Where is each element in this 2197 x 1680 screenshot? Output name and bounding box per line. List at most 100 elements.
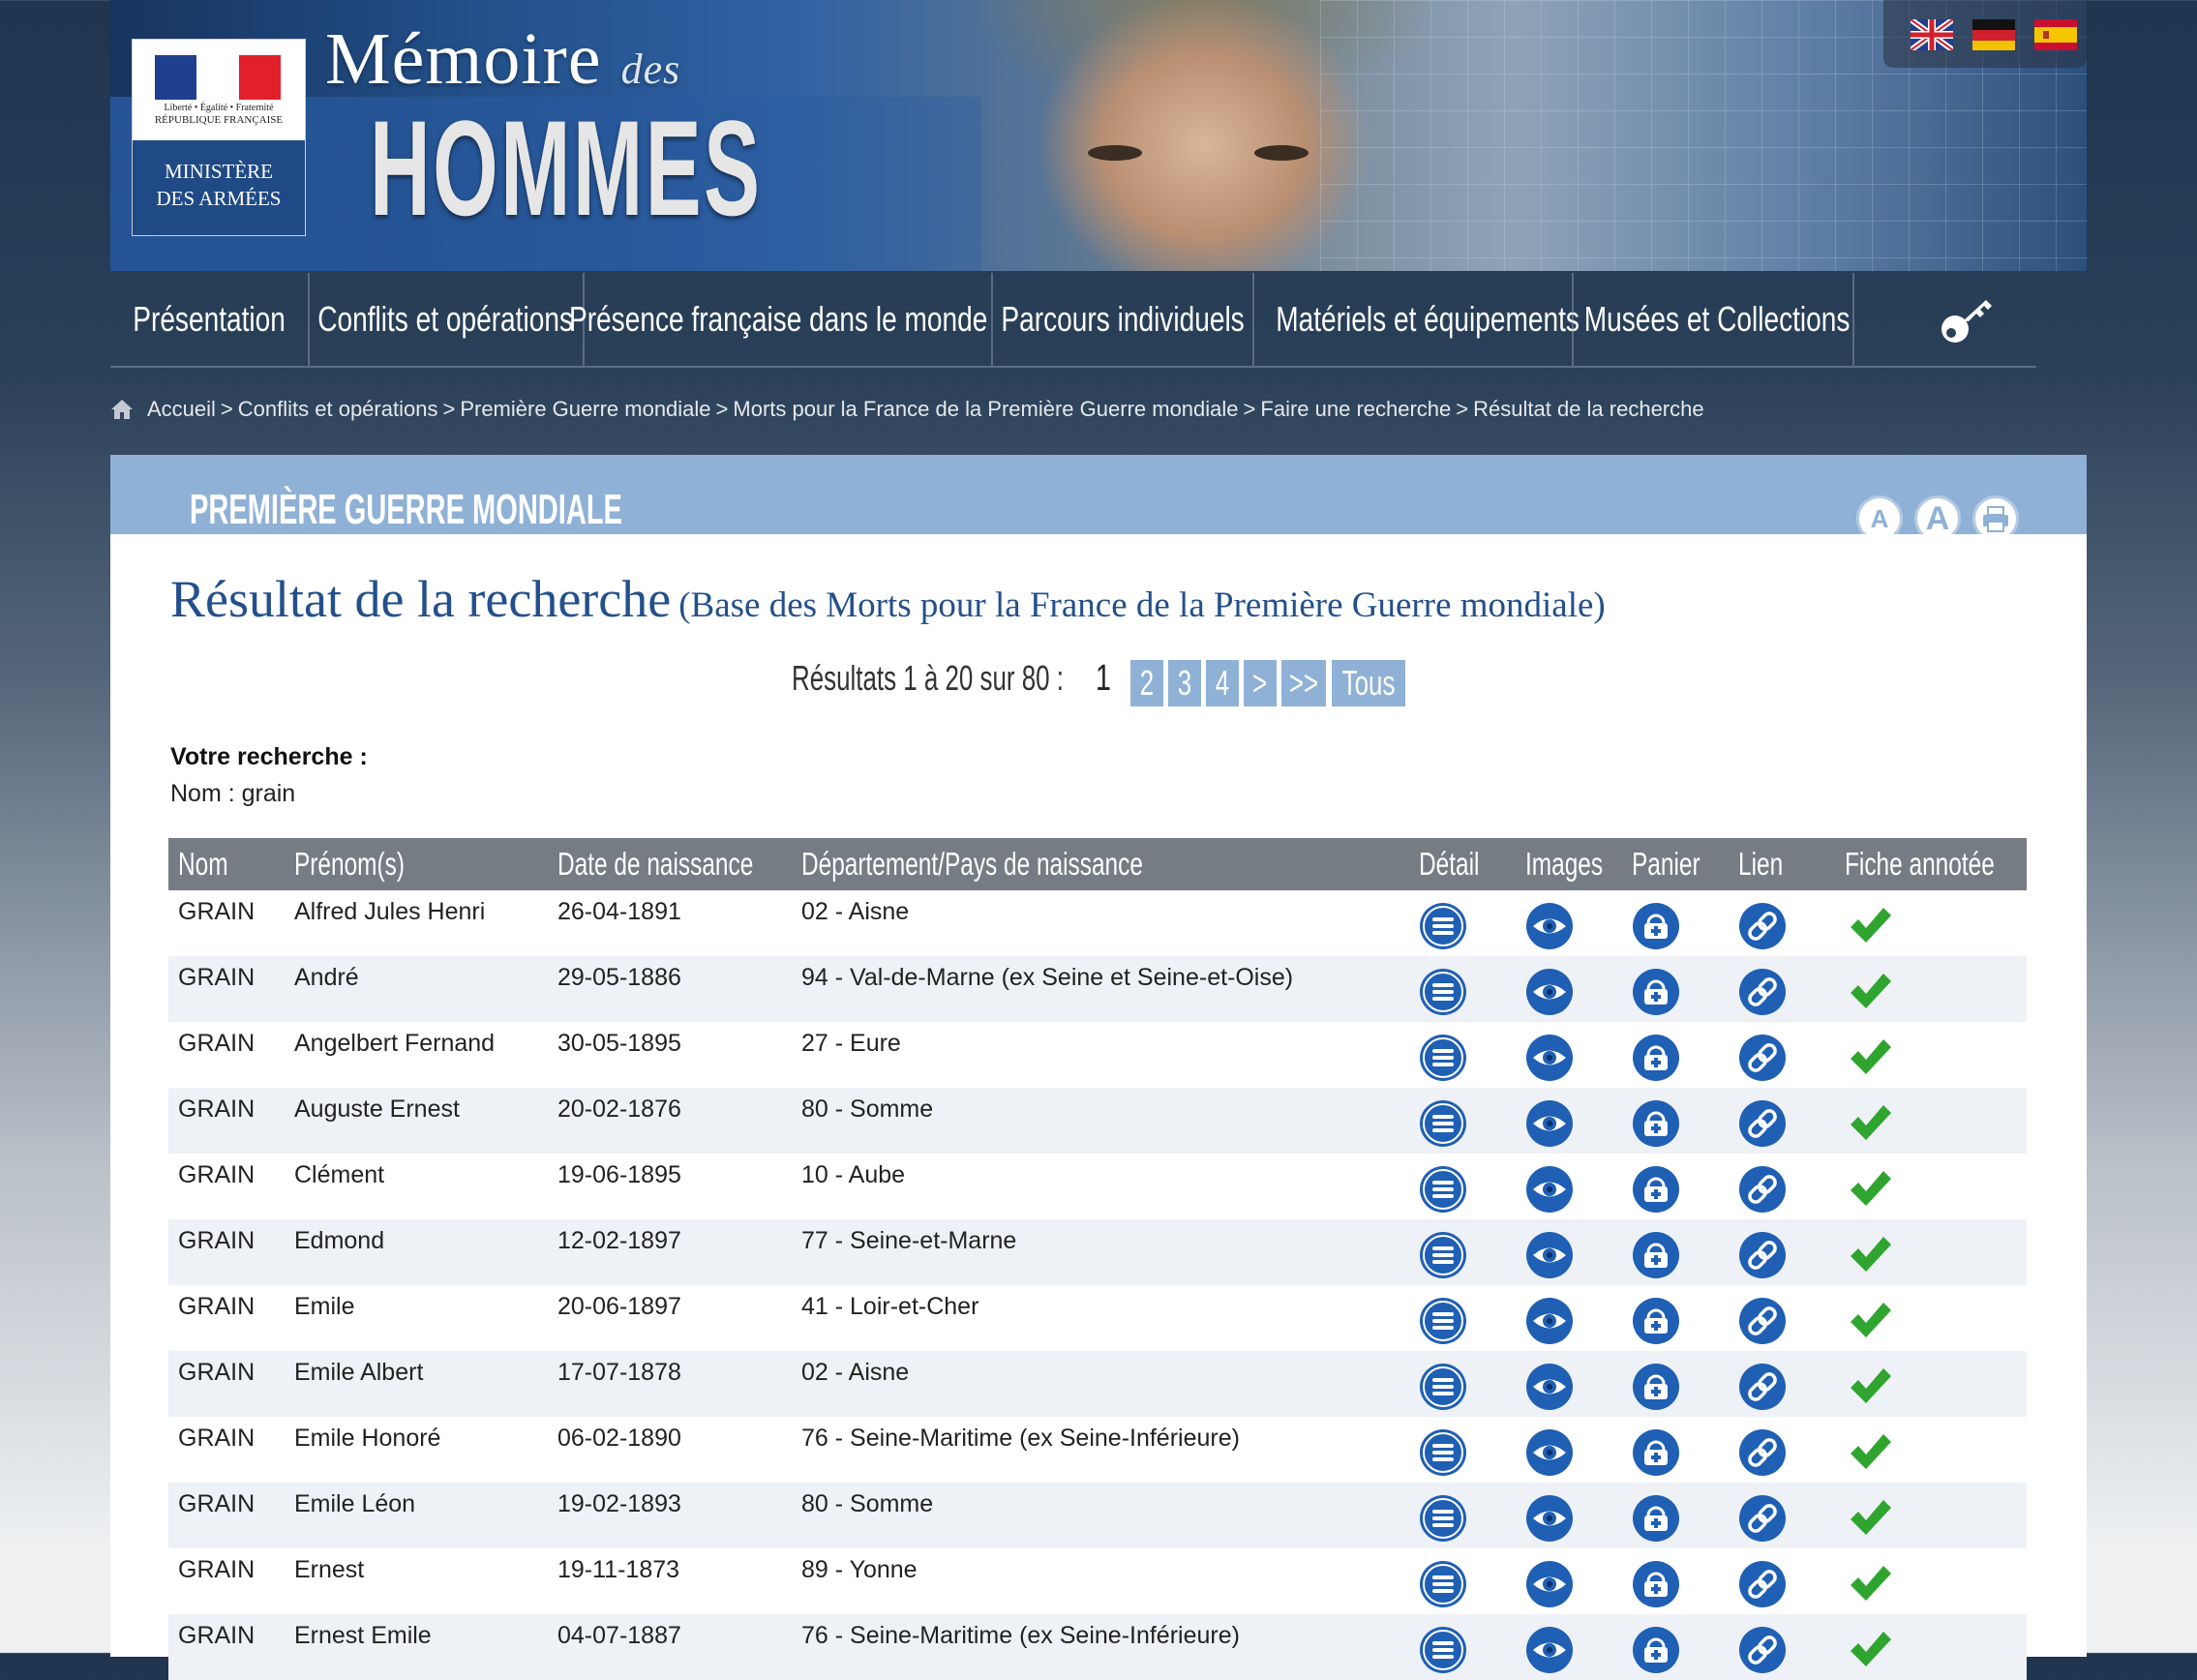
ministry-logo[interactable]: Liberté • Égalité • Fraternité RÉPUBLIQU… bbox=[132, 39, 306, 236]
home-icon[interactable] bbox=[110, 399, 134, 420]
site-title[interactable]: Mémoire des bbox=[325, 17, 680, 102]
basket-add-icon[interactable] bbox=[1632, 1560, 1680, 1608]
cell-prenoms: Emile Honoré bbox=[294, 1425, 441, 1452]
language-selector bbox=[1883, 0, 2087, 68]
es-flag-icon[interactable] bbox=[2034, 19, 2077, 50]
next-page-button[interactable]: > bbox=[1244, 660, 1277, 706]
col-nom[interactable]: Nom bbox=[178, 838, 228, 890]
basket-add-icon[interactable] bbox=[1632, 1034, 1680, 1082]
link-icon[interactable] bbox=[1738, 1428, 1787, 1477]
cell-prenoms: Clément bbox=[294, 1161, 385, 1188]
col-date-naissance[interactable]: Date de naissance bbox=[557, 838, 753, 890]
nav-item-musees[interactable]: Musées et Collections bbox=[1574, 271, 1860, 368]
nav-item-materiels[interactable]: Matériels et équipements bbox=[1254, 271, 1601, 368]
main-content: Résultat de la recherche (Base des Morts … bbox=[110, 534, 2087, 1680]
detail-icon[interactable] bbox=[1419, 1560, 1467, 1608]
table-row: GRAIN Ernest Emile 04-07-1887 76 - Seine-Ma… bbox=[168, 1614, 2027, 1680]
images-eye-icon[interactable] bbox=[1525, 968, 1574, 1016]
table-row: GRAIN Alfred Jules Henri 26-04-1891 02 - Ai… bbox=[168, 890, 2027, 956]
images-eye-icon[interactable] bbox=[1525, 1165, 1574, 1214]
nav-item-presence[interactable]: Présence française dans le monde bbox=[569, 271, 987, 368]
detail-icon[interactable] bbox=[1419, 902, 1467, 950]
basket-add-icon[interactable] bbox=[1632, 902, 1680, 950]
breadcrumb-item[interactable]: Morts pour la France de la Première Guer… bbox=[733, 397, 1238, 422]
link-icon[interactable] bbox=[1738, 902, 1787, 950]
de-flag-icon[interactable] bbox=[1972, 19, 2015, 50]
nav-item-presentation[interactable]: Présentation bbox=[110, 271, 308, 368]
cell-departement: 27 - Eure bbox=[801, 1030, 901, 1057]
images-eye-icon[interactable] bbox=[1525, 1099, 1574, 1148]
link-icon[interactable] bbox=[1738, 1560, 1787, 1608]
page-2-button[interactable]: 2 bbox=[1130, 660, 1163, 706]
link-icon[interactable] bbox=[1738, 1034, 1787, 1082]
basket-add-icon[interactable] bbox=[1632, 1626, 1680, 1674]
all-results-button[interactable]: Tous bbox=[1332, 660, 1405, 706]
basket-add-icon[interactable] bbox=[1632, 1428, 1680, 1477]
images-eye-icon[interactable] bbox=[1525, 1428, 1574, 1477]
images-eye-icon[interactable] bbox=[1525, 902, 1574, 950]
images-eye-icon[interactable] bbox=[1525, 1560, 1574, 1608]
images-eye-icon[interactable] bbox=[1525, 1231, 1574, 1279]
nav-item-conflits[interactable]: Conflits et opérations bbox=[310, 271, 581, 368]
basket-add-icon[interactable] bbox=[1632, 968, 1680, 1016]
detail-icon[interactable] bbox=[1419, 1231, 1467, 1279]
cell-date-naissance: 26-04-1891 bbox=[557, 898, 681, 925]
link-icon[interactable] bbox=[1738, 1494, 1787, 1543]
breadcrumb-item[interactable]: Conflits et opérations bbox=[238, 397, 438, 422]
basket-add-icon[interactable] bbox=[1632, 1363, 1680, 1411]
breadcrumb-item[interactable]: Faire une recherche bbox=[1260, 397, 1451, 422]
detail-icon[interactable] bbox=[1419, 1494, 1467, 1543]
uk-flag-icon[interactable] bbox=[1911, 19, 1953, 50]
results-count: Résultats 1 à 20 sur 80 : bbox=[792, 658, 1064, 698]
link-icon[interactable] bbox=[1738, 1165, 1787, 1214]
cell-prenoms: Emile bbox=[294, 1293, 355, 1320]
breadcrumb-current: Résultat de la recherche bbox=[1473, 397, 1704, 421]
marianne-flag-icon bbox=[155, 55, 281, 100]
col-departement[interactable]: Département/Pays de naissance bbox=[801, 838, 1143, 890]
last-page-button[interactable]: >> bbox=[1281, 660, 1326, 706]
images-eye-icon[interactable] bbox=[1525, 1363, 1574, 1411]
nav-item-parcours[interactable]: Parcours individuels bbox=[993, 271, 1252, 368]
cell-departement: 02 - Aisne bbox=[801, 898, 910, 925]
link-icon[interactable] bbox=[1738, 1363, 1787, 1411]
detail-icon[interactable] bbox=[1419, 1034, 1467, 1082]
key-icon[interactable] bbox=[1938, 294, 1996, 348]
cell-departement: 80 - Somme bbox=[801, 1095, 934, 1123]
link-icon[interactable] bbox=[1738, 1297, 1787, 1345]
detail-icon[interactable] bbox=[1419, 1297, 1467, 1345]
col-images: Images bbox=[1525, 846, 1604, 882]
detail-icon[interactable] bbox=[1419, 968, 1467, 1016]
cell-date-naissance: 19-06-1895 bbox=[557, 1161, 681, 1188]
detail-icon[interactable] bbox=[1419, 1363, 1467, 1411]
link-icon[interactable] bbox=[1738, 1099, 1787, 1148]
cell-nom: GRAIN bbox=[178, 1622, 256, 1649]
annotated-check-icon bbox=[1851, 1632, 1891, 1666]
basket-add-icon[interactable] bbox=[1632, 1494, 1680, 1543]
current-page: 1 bbox=[1096, 658, 1111, 699]
basket-add-icon[interactable] bbox=[1632, 1231, 1680, 1279]
annotated-check-icon bbox=[1851, 1171, 1891, 1206]
images-eye-icon[interactable] bbox=[1525, 1034, 1574, 1082]
basket-add-icon[interactable] bbox=[1632, 1297, 1680, 1345]
annotated-check-icon bbox=[1851, 1434, 1891, 1469]
breadcrumb-item[interactable]: Première Guerre mondiale bbox=[460, 397, 710, 422]
table-row: GRAIN Angelbert Fernand 30-05-1895 27 - Eur… bbox=[168, 1022, 2027, 1088]
images-eye-icon[interactable] bbox=[1525, 1494, 1574, 1543]
basket-add-icon[interactable] bbox=[1632, 1099, 1680, 1148]
link-icon[interactable] bbox=[1738, 1626, 1787, 1674]
link-icon[interactable] bbox=[1738, 1231, 1787, 1279]
basket-add-icon[interactable] bbox=[1632, 1165, 1680, 1214]
detail-icon[interactable] bbox=[1419, 1165, 1467, 1214]
cell-departement: 77 - Seine-et-Marne bbox=[801, 1227, 1017, 1254]
link-icon[interactable] bbox=[1738, 968, 1787, 1016]
col-prenoms[interactable]: Prénom(s) bbox=[294, 838, 405, 890]
page-4-button[interactable]: 4 bbox=[1206, 660, 1239, 706]
site-title-hommes[interactable]: HOMMES bbox=[370, 101, 762, 236]
detail-icon[interactable] bbox=[1419, 1626, 1467, 1674]
page-3-button[interactable]: 3 bbox=[1168, 660, 1201, 706]
images-eye-icon[interactable] bbox=[1525, 1626, 1574, 1674]
detail-icon[interactable] bbox=[1419, 1099, 1467, 1148]
images-eye-icon[interactable] bbox=[1525, 1297, 1574, 1345]
breadcrumb-item[interactable]: Accueil bbox=[147, 397, 216, 422]
detail-icon[interactable] bbox=[1419, 1428, 1467, 1477]
